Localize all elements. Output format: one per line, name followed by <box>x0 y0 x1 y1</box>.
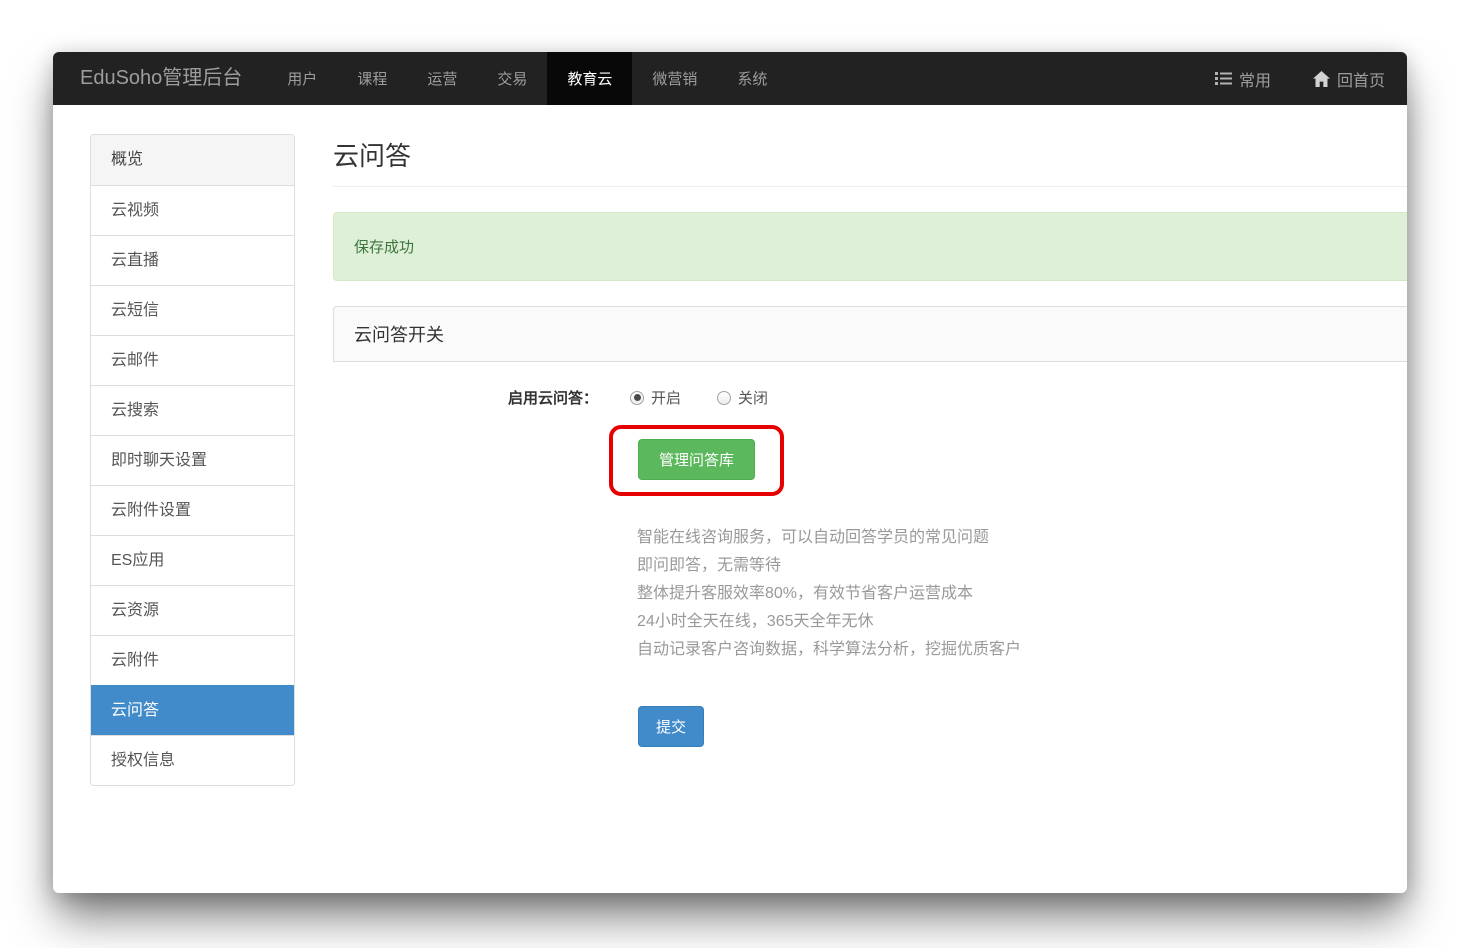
sidebar-item-cloud-live[interactable]: 云直播 <box>91 235 294 285</box>
nav-item-educloud[interactable]: 教育云 <box>547 52 632 105</box>
description-line: 即问即答，无需等待 <box>637 552 1407 580</box>
navbar-right: 常用 回首页 <box>1215 52 1407 105</box>
description-line: 自动记录客户咨询数据，科学算法分析，挖掘优质客户 <box>637 636 1407 664</box>
sidebar-item-cloud-attachment[interactable]: 云附件 <box>91 635 294 685</box>
back-home-label: 回首页 <box>1337 67 1385 91</box>
nav-item-courses[interactable]: 课程 <box>337 52 407 105</box>
description-line: 整体提升客服效率80%，有效节省客户运营成本 <box>637 580 1407 608</box>
qa-feature-description: 智能在线咨询服务，可以自动回答学员的常见问题 即问即答，无需等待 整体提升客服效… <box>637 524 1407 664</box>
admin-page: EduSoho管理后台 用户 课程 运营 交易 教育云 微营销 系统 常用 <box>53 52 1407 893</box>
radio-on-input[interactable] <box>630 391 644 405</box>
submit-button[interactable]: 提交 <box>638 706 704 747</box>
main-panel: 云问答 保存成功 云问答开关 启用云问答： 开启 关闭 <box>333 134 1407 747</box>
sidebar-item-cloud-sms[interactable]: 云短信 <box>91 285 294 335</box>
brand-title[interactable]: EduSoho管理后台 <box>53 52 267 105</box>
manage-qa-library-button[interactable]: 管理问答库 <box>638 439 755 480</box>
sidebar-item-cloud-resources[interactable]: 云资源 <box>91 585 294 635</box>
common-menu-label: 常用 <box>1239 67 1271 91</box>
home-icon <box>1313 71 1330 87</box>
back-home-link[interactable]: 回首页 <box>1313 67 1385 91</box>
radio-off-label: 关闭 <box>738 387 768 408</box>
title-divider <box>333 186 1407 187</box>
success-alert: 保存成功 <box>333 212 1407 281</box>
enable-qa-radio-group: 开启 关闭 <box>630 387 768 408</box>
radio-option-off[interactable]: 关闭 <box>717 387 768 408</box>
sidebar-item-cloud-search[interactable]: 云搜索 <box>91 385 294 435</box>
nav-item-users[interactable]: 用户 <box>267 52 337 105</box>
enable-qa-label: 启用云问答： <box>333 387 598 408</box>
red-highlight-annotation: 管理问答库 <box>609 425 784 496</box>
radio-option-on[interactable]: 开启 <box>630 387 681 408</box>
radio-on-label: 开启 <box>651 387 681 408</box>
top-navbar: EduSoho管理后台 用户 课程 运营 交易 教育云 微营销 系统 常用 <box>53 52 1407 105</box>
sidebar-item-license-info[interactable]: 授权信息 <box>91 735 294 785</box>
nav-item-system[interactable]: 系统 <box>717 52 787 105</box>
sidebar-item-cloud-attachment-settings[interactable]: 云附件设置 <box>91 485 294 535</box>
sidebar-item-cloud-video[interactable]: 云视频 <box>91 185 294 235</box>
page-title: 云问答 <box>333 136 1407 173</box>
main-menu: 用户 课程 运营 交易 教育云 微营销 系统 <box>267 52 787 105</box>
radio-off-input[interactable] <box>717 391 731 405</box>
sidebar-item-cloud-qa[interactable]: 云问答 <box>91 685 294 735</box>
list-icon <box>1215 71 1232 86</box>
common-menu-link[interactable]: 常用 <box>1215 67 1271 91</box>
sidebar-menu: 概览 云视频 云直播 云短信 云邮件 云搜索 即时聊天设置 云附件设置 ES应用… <box>90 134 295 786</box>
enable-qa-form-row: 启用云问答： 开启 关闭 <box>333 387 1407 408</box>
sidebar-item-instant-chat-settings[interactable]: 即时聊天设置 <box>91 435 294 485</box>
sidebar-item-cloud-email[interactable]: 云邮件 <box>91 335 294 385</box>
content-area: 概览 云视频 云直播 云短信 云邮件 云搜索 即时聊天设置 云附件设置 ES应用… <box>53 105 1407 786</box>
sidebar-item-overview[interactable]: 概览 <box>91 135 294 185</box>
description-line: 24小时全天在线，365天全年无休 <box>637 608 1407 636</box>
nav-item-operation[interactable]: 运营 <box>407 52 477 105</box>
nav-item-trade[interactable]: 交易 <box>477 52 547 105</box>
panel-heading-qa-switch: 云问答开关 <box>333 306 1407 362</box>
nav-item-micromarketing[interactable]: 微营销 <box>632 52 717 105</box>
sidebar-item-es-app[interactable]: ES应用 <box>91 535 294 585</box>
description-line: 智能在线咨询服务，可以自动回答学员的常见问题 <box>637 524 1407 552</box>
